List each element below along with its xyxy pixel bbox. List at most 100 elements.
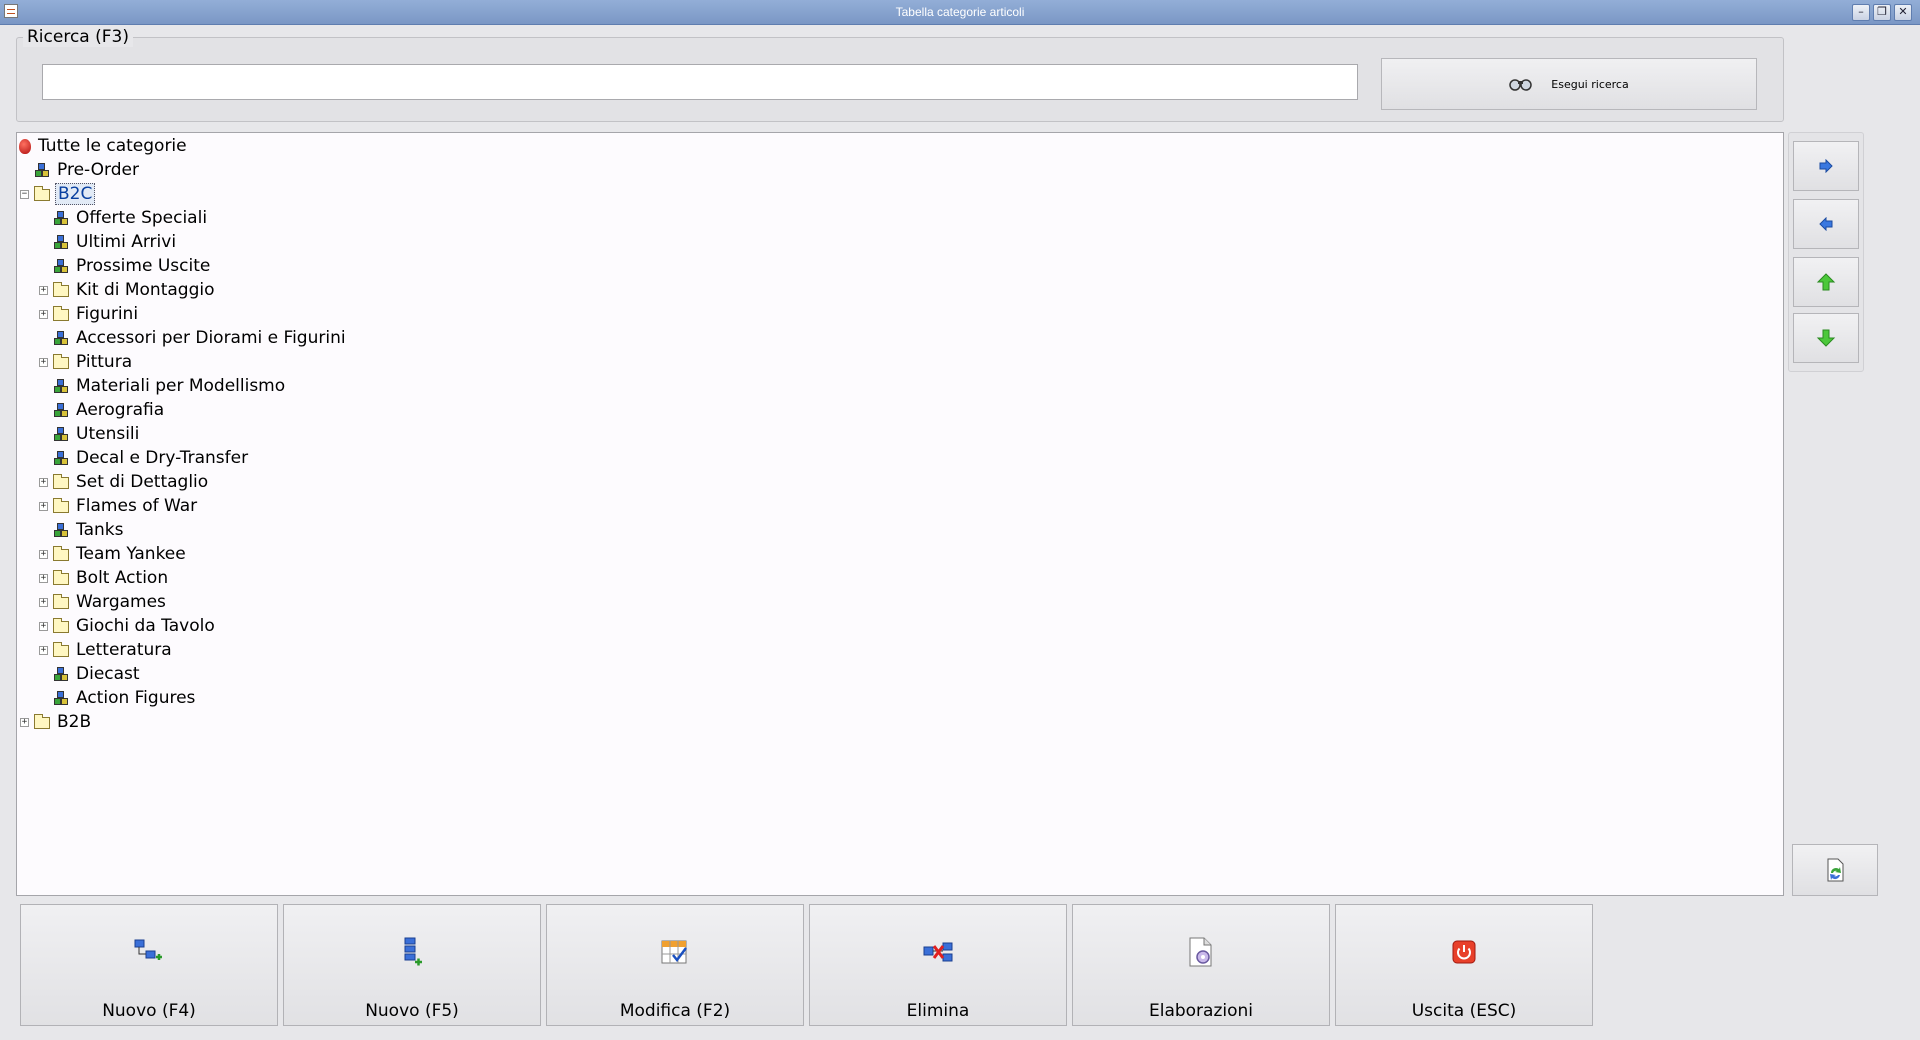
category-tree[interactable]: Tutte le categorie Pre-Order − B2C Offerte S… <box>16 132 1784 896</box>
arrow-down-icon <box>1816 329 1836 347</box>
new-f4-button[interactable]: Nuovo (F4) <box>20 904 278 1026</box>
tree-item[interactable]: − B2C <box>20 182 96 206</box>
tree-item[interactable]: + Bolt Action <box>39 566 170 590</box>
processing-button[interactable]: Elaborazioni <box>1072 904 1330 1026</box>
refresh-document-icon <box>1827 858 1844 882</box>
folder-icon <box>53 618 69 633</box>
title-bar[interactable]: Tabella categorie articoli – ❐ ✕ <box>0 0 1920 25</box>
tree-item-label: Utensili <box>76 424 140 444</box>
root-category-icon <box>19 138 31 154</box>
move-up-button[interactable] <box>1793 257 1859 307</box>
search-group: Ricerca (F3) Esegui ricerca <box>16 27 1784 122</box>
expand-icon[interactable]: + <box>39 285 48 295</box>
tree-item[interactable]: + Kit di Montaggio <box>39 278 217 302</box>
expand-icon[interactable]: + <box>20 717 29 727</box>
edit-button[interactable]: Modifica (F2) <box>546 904 804 1026</box>
tree-item[interactable]: Materiali per Modellismo <box>39 374 287 398</box>
expand-icon[interactable]: + <box>39 549 48 559</box>
expand-icon[interactable]: + <box>39 501 48 511</box>
tree-item[interactable]: Pre-Order <box>20 158 141 182</box>
tree-item-label: Accessori per Diorami e Figurini <box>76 328 346 348</box>
expand-icon[interactable]: + <box>39 597 48 607</box>
refresh-button[interactable] <box>1792 844 1878 896</box>
tree-item[interactable]: Accessori per Diorami e Figurini <box>39 326 348 350</box>
category-cubes-icon <box>53 210 69 226</box>
tree-item[interactable]: Offerte Speciali <box>39 206 209 230</box>
tree-item-label: Giochi da Tavolo <box>76 616 215 636</box>
new-f5-label: Nuovo (F5) <box>365 1001 459 1021</box>
tree-item[interactable]: + Figurini <box>39 302 140 326</box>
tree-item-label: Materiali per Modellismo <box>76 376 286 396</box>
exit-button[interactable]: Uscita (ESC) <box>1335 904 1593 1026</box>
processing-label: Elaborazioni <box>1148 1001 1254 1021</box>
tree-item-label: Kit di Montaggio <box>76 280 215 300</box>
tree-item[interactable]: Action Figures <box>39 686 197 710</box>
move-down-button[interactable] <box>1793 313 1859 363</box>
tree-item-label: Bolt Action <box>76 568 169 588</box>
minimize-button[interactable]: – <box>1852 4 1870 21</box>
power-icon <box>1452 940 1476 964</box>
folder-icon <box>53 498 69 513</box>
tree-item[interactable]: Prossime Uscite <box>39 254 212 278</box>
new-f5-button[interactable]: Nuovo (F5) <box>283 904 541 1026</box>
tree-item[interactable]: Utensili <box>39 422 141 446</box>
tree-root[interactable]: Tutte le categorie <box>19 134 189 158</box>
expand-icon[interactable]: + <box>39 309 48 319</box>
tree-item-label: B2B <box>57 712 92 732</box>
tree-item[interactable]: + Flames of War <box>39 494 199 518</box>
expand-icon[interactable]: + <box>39 477 48 487</box>
category-cubes-icon <box>53 690 69 706</box>
expand-icon[interactable]: + <box>39 573 48 583</box>
category-cubes-icon <box>34 162 50 178</box>
arrow-up-icon <box>1816 273 1836 291</box>
tree-item[interactable]: Tanks <box>39 518 125 542</box>
tree-item[interactable]: Ultimi Arrivi <box>39 230 178 254</box>
minimize-icon: – <box>1858 5 1864 18</box>
folder-icon <box>53 282 69 297</box>
binoculars-icon <box>1509 79 1533 91</box>
arrow-left-icon <box>1819 217 1833 231</box>
restore-icon: ❐ <box>1877 5 1887 18</box>
move-right-button[interactable] <box>1793 141 1859 191</box>
tree-item[interactable]: Diecast <box>39 662 142 686</box>
tree-item-label: Wargames <box>76 592 166 612</box>
tree-item[interactable]: + Pittura <box>39 350 134 374</box>
tree-item-label: Ultimi Arrivi <box>76 232 177 252</box>
collapse-icon[interactable]: − <box>20 189 29 199</box>
folder-icon <box>53 354 69 369</box>
tree-item[interactable]: Decal e Dry-Transfer <box>39 446 250 470</box>
folder-icon <box>53 642 69 657</box>
tree-item[interactable]: + Wargames <box>39 590 168 614</box>
close-button[interactable]: ✕ <box>1894 4 1912 21</box>
move-buttons-group <box>1788 132 1864 372</box>
delete-label: Elimina <box>906 1001 970 1021</box>
tree-item[interactable]: + Team Yankee <box>39 542 188 566</box>
new-list-item-icon <box>404 937 422 966</box>
tree-item-label: Aerografia <box>76 400 165 420</box>
maximize-button[interactable]: ❐ <box>1873 4 1891 21</box>
expand-icon[interactable]: + <box>39 645 48 655</box>
tree-item[interactable]: + Giochi da Tavolo <box>39 614 217 638</box>
tree-item-label: B2C <box>55 183 96 205</box>
folder-icon <box>53 306 69 321</box>
delete-button[interactable]: Elimina <box>809 904 1067 1026</box>
category-cubes-icon <box>53 258 69 274</box>
delete-node-icon <box>923 942 953 962</box>
move-left-button[interactable] <box>1793 199 1859 249</box>
window-title: Tabella categorie articoli <box>895 5 1025 19</box>
tree-item[interactable]: + Letteratura <box>39 638 174 662</box>
expand-icon[interactable]: + <box>39 621 48 631</box>
tree-item[interactable]: + B2B <box>20 710 93 734</box>
tree-item[interactable]: + Set di Dettaglio <box>39 470 210 494</box>
tree-item-label: Pre-Order <box>57 160 139 180</box>
new-tree-node-icon <box>134 939 162 960</box>
folder-icon <box>53 546 69 561</box>
category-cubes-icon <box>53 234 69 250</box>
category-cubes-icon <box>53 330 69 346</box>
tree-item-label: Tanks <box>76 520 124 540</box>
expand-icon[interactable]: + <box>39 357 48 367</box>
search-button[interactable]: Esegui ricerca <box>1381 58 1757 110</box>
search-input[interactable] <box>42 64 1358 100</box>
tree-item[interactable]: Aerografia <box>39 398 166 422</box>
tree-item-label: Diecast <box>76 664 140 684</box>
